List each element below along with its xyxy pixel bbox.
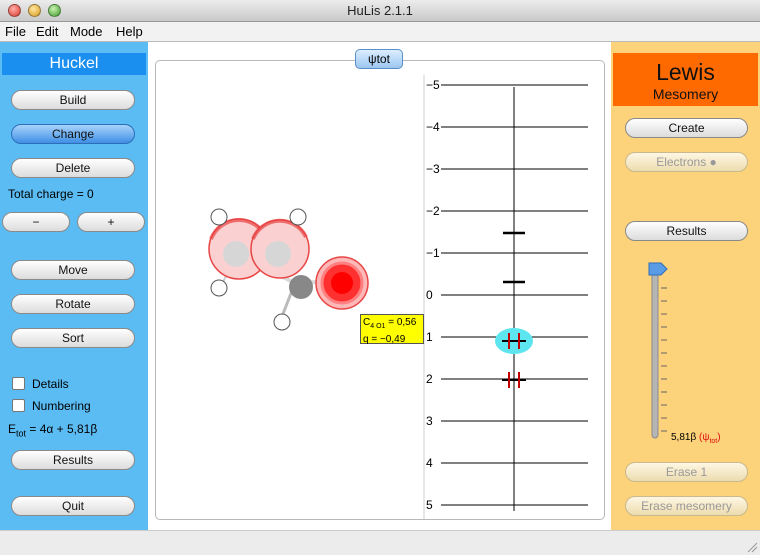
workspace-canvas: −5 −4 −3 −2 −1 0 1 2 3 4 5 [208,75,588,519]
change-button[interactable]: Change [11,124,135,144]
carbon-atom[interactable] [223,241,249,267]
quit-button[interactable]: Quit [11,496,135,516]
lewis-header: Lewis Mesomery [613,53,758,106]
menu-edit[interactable]: Edit [36,24,58,39]
etot-value: = 4α + 5,81β [26,422,98,436]
lewis-results-button[interactable]: Results [625,221,748,241]
total-energy-label: Etot = 4α + 5,81β [8,422,97,438]
charge-minus-button[interactable]: − [2,212,70,232]
energy-level-label: 2 [426,372,433,386]
oxygen-atom[interactable] [331,272,353,294]
psi-tot-tab[interactable]: ψtot [355,49,403,69]
erase-one-button[interactable]: Erase 1 [625,462,748,482]
molecule-view[interactable] [208,208,369,331]
sort-button[interactable]: Sort [11,328,135,348]
workspace-frame: −5 −4 −3 −2 −1 0 1 2 3 4 5 C4 O1 = 0,56 q = −0,49 [155,60,605,520]
huckel-results-button[interactable]: Results [11,450,135,470]
workspace: −5 −4 −3 −2 −1 0 1 2 3 4 5 C4 O1 = 0,56 q = −0,49 … [148,42,611,530]
slider-value-label: 5,81β (ψtot) [671,432,721,445]
create-button[interactable]: Create [625,118,748,138]
move-button[interactable]: Move [11,260,135,280]
energy-level-label: 4 [426,456,433,470]
energy-levels: −5 −4 −3 −2 −1 0 1 2 3 4 5 [426,78,588,512]
lewis-panel: Lewis Mesomery Create Electrons ● Result… [611,42,760,530]
window-title: HuLis 2.1.1 [347,3,413,18]
details-label: Details [32,377,69,391]
mesomery-slider[interactable] [647,258,727,448]
energy-diagram[interactable]: −5 −4 −3 −2 −1 0 1 2 3 4 5 [426,78,588,512]
slider-thumb[interactable] [648,262,668,276]
hydrogen-atom[interactable] [289,208,307,226]
coefficient-tooltip: C4 O1 = 0,56 q = −0,49 [360,314,424,345]
energy-level-label: −2 [426,204,440,218]
energy-level-label: −5 [426,78,440,92]
total-charge-label: Total charge = 0 [8,187,94,201]
huckel-header: Huckel [2,53,146,75]
status-bar [0,530,760,555]
hydrogen-atom[interactable] [210,208,228,226]
energy-level-label: 0 [426,288,433,302]
numbering-checkbox[interactable] [12,399,25,412]
build-button[interactable]: Build [11,90,135,110]
charge-plus-button[interactable]: + [77,212,145,232]
details-checkbox[interactable] [12,377,25,390]
erase-mesomery-button[interactable]: Erase mesomery [625,496,748,516]
carbon-atom-selected[interactable] [289,275,313,299]
hydrogen-atom[interactable] [273,313,291,331]
resize-grip-icon[interactable] [746,541,758,553]
rotate-button[interactable]: Rotate [11,294,135,314]
energy-level-label: −4 [426,120,440,134]
etot-subscript: tot [16,428,27,439]
slider-track [651,267,659,439]
lewis-title: Lewis [656,59,715,85]
energy-level-label: −3 [426,162,440,176]
slider-ticks [661,287,667,432]
menu-mode[interactable]: Mode [70,24,103,39]
title-bar: HuLis 2.1.1 [0,0,760,22]
menu-help[interactable]: Help [116,24,143,39]
electrons-button[interactable]: Electrons ● [625,152,748,172]
carbon-atom[interactable] [265,241,291,267]
mesomery-subtitle: Mesomery [652,86,719,102]
numbering-label: Numbering [32,399,91,413]
delete-button[interactable]: Delete [11,158,135,178]
menu-bar: File Edit Mode Help [0,22,760,42]
tooltip-line-2: q = −0,49 [363,334,406,345]
tooltip-line-1: C4 O1 = 0,56 [363,317,417,330]
energy-level-label: 1 [426,330,433,344]
energy-level-label: −1 [426,246,440,260]
energy-level-label: 3 [426,414,433,428]
energy-level-label: 5 [426,498,433,512]
etot-symbol: E [8,422,17,436]
menu-file[interactable]: File [5,24,26,39]
huckel-panel: Huckel Build Change Delete Total charge … [0,42,148,530]
hydrogen-atom[interactable] [210,279,228,297]
